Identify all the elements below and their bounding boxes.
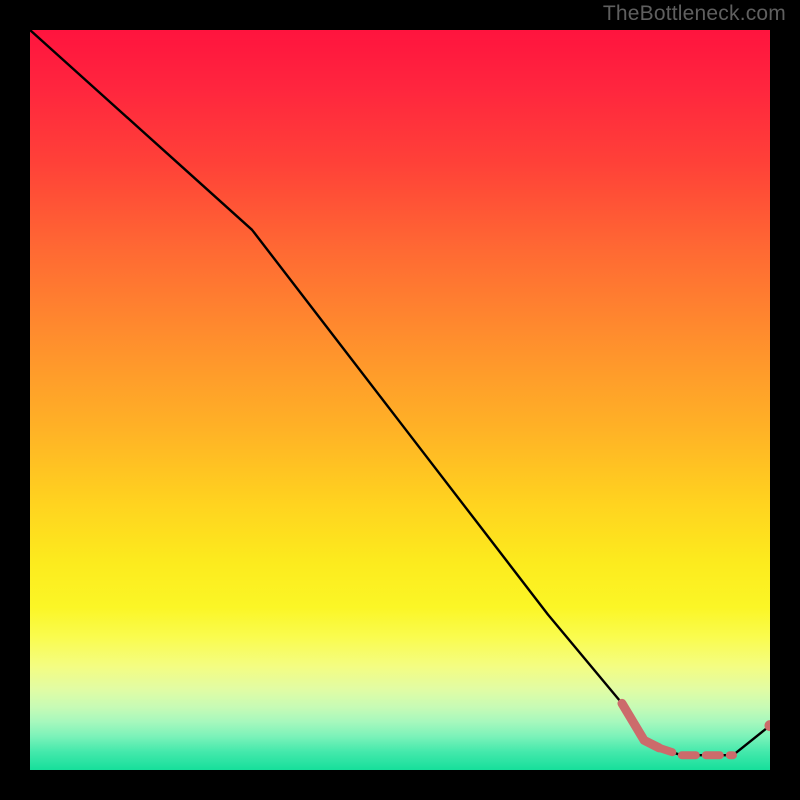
marker-entry: [622, 703, 659, 747]
main-curve-line: [30, 30, 770, 755]
marker-segment-group: [622, 703, 770, 755]
marker-bottom-dashed: [659, 748, 733, 755]
chart-overlay: [30, 30, 770, 770]
chart-frame: TheBottleneck.com: [0, 0, 800, 800]
watermark-text: TheBottleneck.com: [603, 2, 786, 26]
plot-area: [30, 30, 770, 770]
